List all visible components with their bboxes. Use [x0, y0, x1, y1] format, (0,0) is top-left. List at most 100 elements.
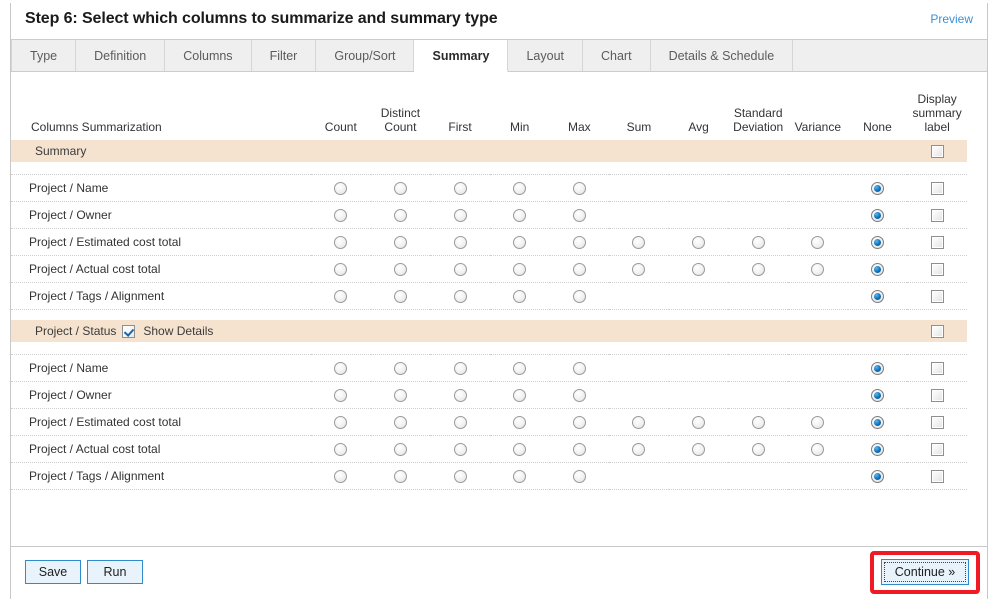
radio-sum[interactable] [632, 416, 646, 430]
radio-min[interactable] [513, 236, 527, 250]
radio-max[interactable] [572, 389, 586, 403]
radio-count[interactable] [334, 182, 348, 196]
display-summary-label-checkbox[interactable] [930, 443, 944, 457]
display-summary-label-checkbox[interactable] [930, 263, 944, 277]
tab-details-schedule[interactable]: Details & Schedule [651, 40, 794, 71]
radio-dcount[interactable] [393, 263, 407, 277]
radio-first[interactable] [453, 209, 467, 223]
radio-stdev[interactable] [751, 416, 765, 430]
radio-variance[interactable] [811, 443, 825, 457]
radio-sum[interactable] [632, 263, 646, 277]
radio-dcount[interactable] [393, 209, 407, 223]
radio-sum[interactable] [632, 236, 646, 250]
radio-max[interactable] [572, 470, 586, 484]
radio-none[interactable] [870, 263, 884, 277]
radio-first[interactable] [453, 443, 467, 457]
tab-columns[interactable]: Columns [165, 40, 252, 71]
radio-min[interactable] [513, 389, 527, 403]
radio-dcount[interactable] [393, 290, 407, 304]
radio-stdev[interactable] [751, 263, 765, 277]
radio-min[interactable] [513, 182, 527, 196]
radio-max[interactable] [572, 236, 586, 250]
radio-variance[interactable] [811, 416, 825, 430]
radio-count[interactable] [334, 362, 348, 376]
radio-avg[interactable] [692, 443, 706, 457]
display-summary-label-checkbox[interactable] [930, 470, 944, 484]
radio-variance[interactable] [811, 263, 825, 277]
radio-first[interactable] [453, 290, 467, 304]
tab-chart[interactable]: Chart [583, 40, 651, 71]
radio-first[interactable] [453, 263, 467, 277]
radio-none[interactable] [870, 389, 884, 403]
radio-min[interactable] [513, 362, 527, 376]
radio-dcount[interactable] [393, 362, 407, 376]
radio-sum[interactable] [632, 443, 646, 457]
radio-min[interactable] [513, 443, 527, 457]
tab-definition[interactable]: Definition [76, 40, 166, 71]
radio-count[interactable] [334, 443, 348, 457]
radio-count[interactable] [334, 290, 348, 304]
display-summary-label-checkbox[interactable] [930, 389, 944, 403]
radio-count[interactable] [334, 263, 348, 277]
show-details-checkbox[interactable] [122, 325, 136, 339]
radio-none[interactable] [870, 209, 884, 223]
display-summary-label-checkbox[interactable] [930, 182, 944, 196]
radio-first[interactable] [453, 389, 467, 403]
radio-count[interactable] [334, 236, 348, 250]
radio-dcount[interactable] [393, 443, 407, 457]
radio-count[interactable] [334, 389, 348, 403]
radio-max[interactable] [572, 362, 586, 376]
preview-link[interactable]: Preview [930, 12, 973, 26]
radio-count[interactable] [334, 416, 348, 430]
radio-max[interactable] [572, 416, 586, 430]
radio-first[interactable] [453, 182, 467, 196]
radio-dcount[interactable] [393, 470, 407, 484]
radio-none[interactable] [870, 182, 884, 196]
radio-stdev[interactable] [751, 443, 765, 457]
radio-dcount[interactable] [393, 182, 407, 196]
radio-min[interactable] [513, 263, 527, 277]
radio-min[interactable] [513, 470, 527, 484]
radio-none[interactable] [870, 443, 884, 457]
tab-type[interactable]: Type [11, 40, 77, 71]
tab-filter[interactable]: Filter [252, 40, 317, 71]
radio-count[interactable] [334, 209, 348, 223]
display-summary-label-checkbox[interactable] [930, 236, 944, 250]
radio-min[interactable] [513, 416, 527, 430]
radio-max[interactable] [572, 290, 586, 304]
display-summary-label-checkbox[interactable] [930, 416, 944, 430]
display-summary-label-checkbox[interactable] [930, 145, 944, 159]
radio-max[interactable] [572, 182, 586, 196]
radio-max[interactable] [572, 209, 586, 223]
radio-variance[interactable] [811, 236, 825, 250]
radio-none[interactable] [870, 290, 884, 304]
radio-none[interactable] [870, 470, 884, 484]
radio-dcount[interactable] [393, 236, 407, 250]
radio-min[interactable] [513, 290, 527, 304]
display-summary-label-checkbox[interactable] [930, 362, 944, 376]
radio-first[interactable] [453, 416, 467, 430]
radio-max[interactable] [572, 263, 586, 277]
radio-dcount[interactable] [393, 389, 407, 403]
save-button[interactable]: Save [25, 560, 81, 584]
radio-avg[interactable] [692, 263, 706, 277]
continue-button[interactable]: Continue » [881, 559, 969, 585]
tab-layout[interactable]: Layout [508, 40, 583, 71]
radio-max[interactable] [572, 443, 586, 457]
run-button[interactable]: Run [87, 560, 143, 584]
tab-group-sort[interactable]: Group/Sort [316, 40, 415, 71]
radio-none[interactable] [870, 416, 884, 430]
radio-count[interactable] [334, 470, 348, 484]
radio-avg[interactable] [692, 416, 706, 430]
radio-first[interactable] [453, 236, 467, 250]
radio-none[interactable] [870, 362, 884, 376]
display-summary-label-checkbox[interactable] [930, 209, 944, 223]
radio-none[interactable] [870, 236, 884, 250]
radio-avg[interactable] [692, 236, 706, 250]
radio-dcount[interactable] [393, 416, 407, 430]
tab-summary[interactable]: Summary [414, 40, 509, 72]
radio-stdev[interactable] [751, 236, 765, 250]
display-summary-label-checkbox[interactable] [930, 325, 944, 339]
radio-min[interactable] [513, 209, 527, 223]
display-summary-label-checkbox[interactable] [930, 290, 944, 304]
